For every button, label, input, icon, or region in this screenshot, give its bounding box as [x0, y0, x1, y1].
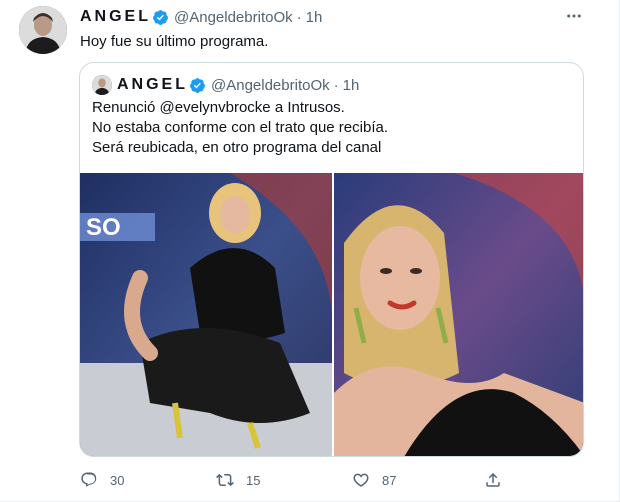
- like-count: 87: [382, 472, 397, 488]
- retweet-icon: [216, 473, 234, 487]
- share-button[interactable]: [484, 471, 514, 489]
- retweet-button[interactable]: 15: [216, 471, 260, 489]
- photo-woman-portrait[interactable]: [333, 173, 583, 456]
- tweet-text: Hoy fue su último programa.: [80, 33, 269, 50]
- reply-count: 30: [110, 472, 125, 488]
- quoted-media: SO: [80, 173, 583, 456]
- like-button[interactable]: 87: [352, 471, 396, 489]
- heart-icon: [353, 473, 369, 487]
- quoted-author-name: ANGEL: [117, 76, 188, 93]
- verified-icon: [153, 9, 168, 25]
- retweet-count: 15: [246, 472, 261, 488]
- svg-text:SO: SO: [86, 214, 121, 241]
- quoted-timestamp: 1h: [342, 76, 360, 94]
- author-name[interactable]: ANGEL: [80, 8, 151, 26]
- tweet-timestamp[interactable]: 1h: [306, 9, 323, 26]
- quoted-text-line: Será reubicada, en otro programa del can…: [92, 139, 382, 156]
- verified-icon: [190, 77, 205, 93]
- quoted-text-line: No estaba conforme con el trato que reci…: [92, 119, 389, 136]
- quoted-tweet-header: ANGEL @AngeldebritoOk · 1h: [92, 75, 359, 95]
- share-icon: [486, 472, 500, 487]
- photo-woman-crouching[interactable]: SO: [80, 173, 332, 456]
- author-avatar[interactable]: [19, 6, 67, 54]
- quoted-tweet[interactable]: ANGEL @AngeldebritoOk · 1h Renunció @eve…: [79, 62, 584, 457]
- quoted-text-line: Renunció @evelynvbrocke a Intrusos.: [92, 99, 345, 116]
- quoted-tweet-text: Renunció @evelynvbrocke a Intrusos. No e…: [92, 98, 388, 158]
- quoted-author-handle: @AngeldebritoOk: [211, 76, 330, 94]
- tweet-actions: 30 15 87: [80, 468, 510, 492]
- author-handle[interactable]: @AngeldebritoOk: [174, 9, 293, 26]
- separator-dot: ·: [333, 76, 339, 94]
- tweet[interactable]: ANGEL @AngeldebritoOk · 1h Hoy fue su úl…: [0, 0, 620, 502]
- tweet-header: ANGEL @AngeldebritoOk · 1h: [80, 7, 322, 27]
- reply-icon: [81, 472, 97, 487]
- more-horizontal-icon[interactable]: [564, 6, 584, 26]
- separator-dot: ·: [296, 8, 302, 26]
- quoted-author-avatar: [92, 75, 112, 95]
- reply-button[interactable]: 30: [80, 471, 124, 489]
